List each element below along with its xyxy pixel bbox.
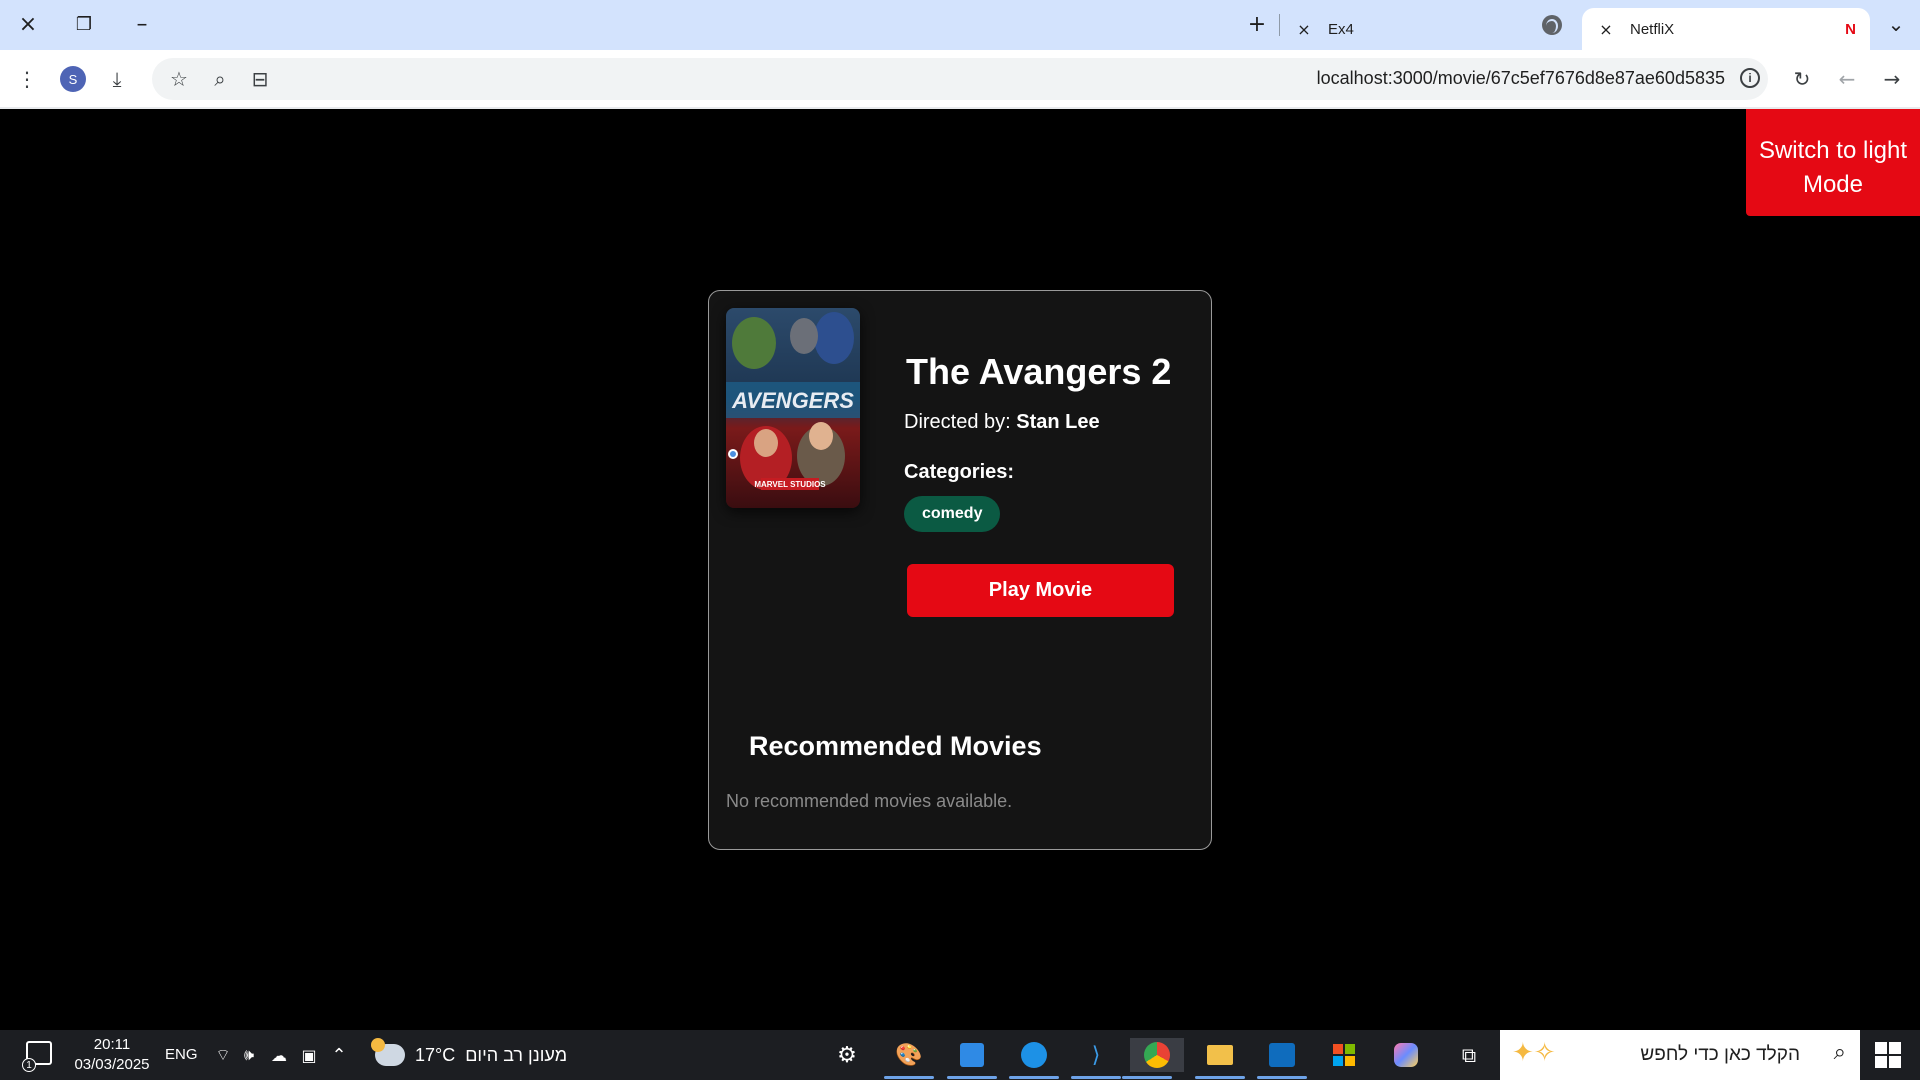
window-minimize-icon[interactable]: –	[122, 8, 162, 40]
tab-close-icon[interactable]: ×	[1292, 20, 1316, 39]
movie-title: The Avangers 2	[906, 351, 1172, 392]
search-highlight-sparkle-icon: ✦✧	[1512, 1038, 1556, 1068]
paint-app-icon[interactable]: 🎨	[884, 1038, 934, 1079]
language-indicator[interactable]: ENG	[165, 1046, 198, 1063]
download-icon[interactable]: ⤓	[101, 63, 133, 95]
weather-description: מעונן רב היום	[465, 1044, 568, 1065]
window-restore-icon[interactable]: ❐	[64, 8, 104, 40]
categories-label: Categories:	[904, 461, 1015, 483]
movie-details-card: AVENGERS MARVEL STUDIOS The Avangers 2 D…	[708, 290, 1212, 850]
taskbar-search-box[interactable]: ✦✧ הקלד כאן כדי לחפש ⌕	[1500, 1030, 1860, 1080]
site-info-icon[interactable]: i	[1740, 68, 1760, 88]
category-chip-comedy[interactable]: comedy	[904, 496, 1001, 532]
volume-icon[interactable]: 🕪	[232, 1038, 266, 1072]
microsoft-store-icon[interactable]	[1327, 1038, 1361, 1072]
recommended-empty-message: No recommended movies available.	[726, 791, 1013, 811]
weather-temperature: 17°C	[415, 1044, 456, 1065]
clock-time: 20:11	[93, 1036, 131, 1053]
file-explorer-app-icon[interactable]	[1195, 1038, 1245, 1079]
tab-close-icon[interactable]: ×	[1594, 20, 1618, 39]
onedrive-offline-icon[interactable]: ☁	[262, 1038, 296, 1072]
reload-icon[interactable]: ↻	[1786, 63, 1818, 95]
meet-now-icon[interactable]: ▣	[292, 1038, 326, 1072]
poster-studio-text: MARVEL STUDIOS	[754, 480, 826, 489]
url-text[interactable]: localhost:3000/movie/67c5ef7676d8e87ae60…	[1250, 68, 1725, 89]
zoom-icon[interactable]: ⌕	[204, 63, 236, 95]
show-hidden-icons-chevron-icon[interactable]: ⌃	[322, 1038, 356, 1072]
copilot-icon[interactable]	[1389, 1038, 1423, 1072]
director-name: Stan Lee	[1016, 411, 1100, 433]
new-tab-icon[interactable]: +	[1237, 8, 1277, 40]
play-movie-button[interactable]: Play Movie	[907, 564, 1174, 617]
poster-image: AVENGERS MARVEL STUDIOS	[726, 308, 860, 508]
tab-netflix[interactable]: × NetfliX N	[1582, 8, 1870, 50]
vscode-app-icon[interactable]: ⟩	[1071, 1038, 1121, 1079]
weather-cloud-icon	[371, 1038, 405, 1066]
weather-widget[interactable]: 17°C מעונן רב היום	[371, 1038, 568, 1070]
notification-count-badge: 1	[22, 1058, 36, 1072]
task-view-icon[interactable]: ⧉	[1452, 1038, 1486, 1072]
tab-title: NetfliX	[1630, 20, 1675, 38]
search-placeholder: הקלד כאן כדי לחפש	[1640, 1044, 1800, 1065]
director-label: Directed by:	[904, 411, 1011, 433]
movie-director: Directed by: Stan Lee	[904, 411, 1100, 434]
forward-arrow-icon[interactable]: →	[1876, 63, 1908, 95]
profile-avatar[interactable]: S	[60, 66, 86, 92]
bookmark-star-icon[interactable]: ☆	[163, 63, 195, 95]
settings-gear-icon[interactable]: ⚙	[830, 1038, 864, 1072]
translate-icon[interactable]: ⊟	[244, 63, 276, 95]
docker-app-icon[interactable]	[1009, 1038, 1059, 1079]
search-icon: ⌕	[1833, 1040, 1846, 1065]
windows-taskbar: 1 20:11 03/03/2025 ENG ⌔ 🕪 ☁ ▣ ⌃ 17°C מע…	[0, 1030, 1920, 1080]
theme-toggle-button[interactable]: Switch to light Mode	[1746, 109, 1920, 216]
windows-start-icon[interactable]	[1875, 1042, 1901, 1068]
photos-app-icon[interactable]	[947, 1038, 997, 1079]
back-arrow-icon[interactable]: ←	[1831, 63, 1863, 95]
clock-date: 03/03/2025	[74, 1056, 150, 1073]
browser-tab-strip: × ❐ – + × Ex4 × NetfliX N ⌄	[0, 0, 1920, 50]
window-close-icon[interactable]: ×	[8, 8, 48, 40]
globe-favicon-icon	[1542, 15, 1562, 35]
movie-poster[interactable]: AVENGERS MARVEL STUDIOS	[726, 308, 860, 508]
netflix-favicon-icon: N	[1845, 20, 1856, 38]
chrome-app-icon[interactable]	[1122, 1038, 1184, 1079]
menu-kebab-icon[interactable]: ⋮	[11, 63, 43, 95]
poster-title-text: AVENGERS	[731, 388, 854, 413]
tab-search-chevron-icon[interactable]: ⌄	[1876, 8, 1916, 40]
recommended-heading: Recommended Movies	[749, 731, 1042, 761]
outlook-app-icon[interactable]	[1257, 1038, 1307, 1079]
system-clock[interactable]: 20:11 03/03/2025	[70, 1035, 154, 1075]
